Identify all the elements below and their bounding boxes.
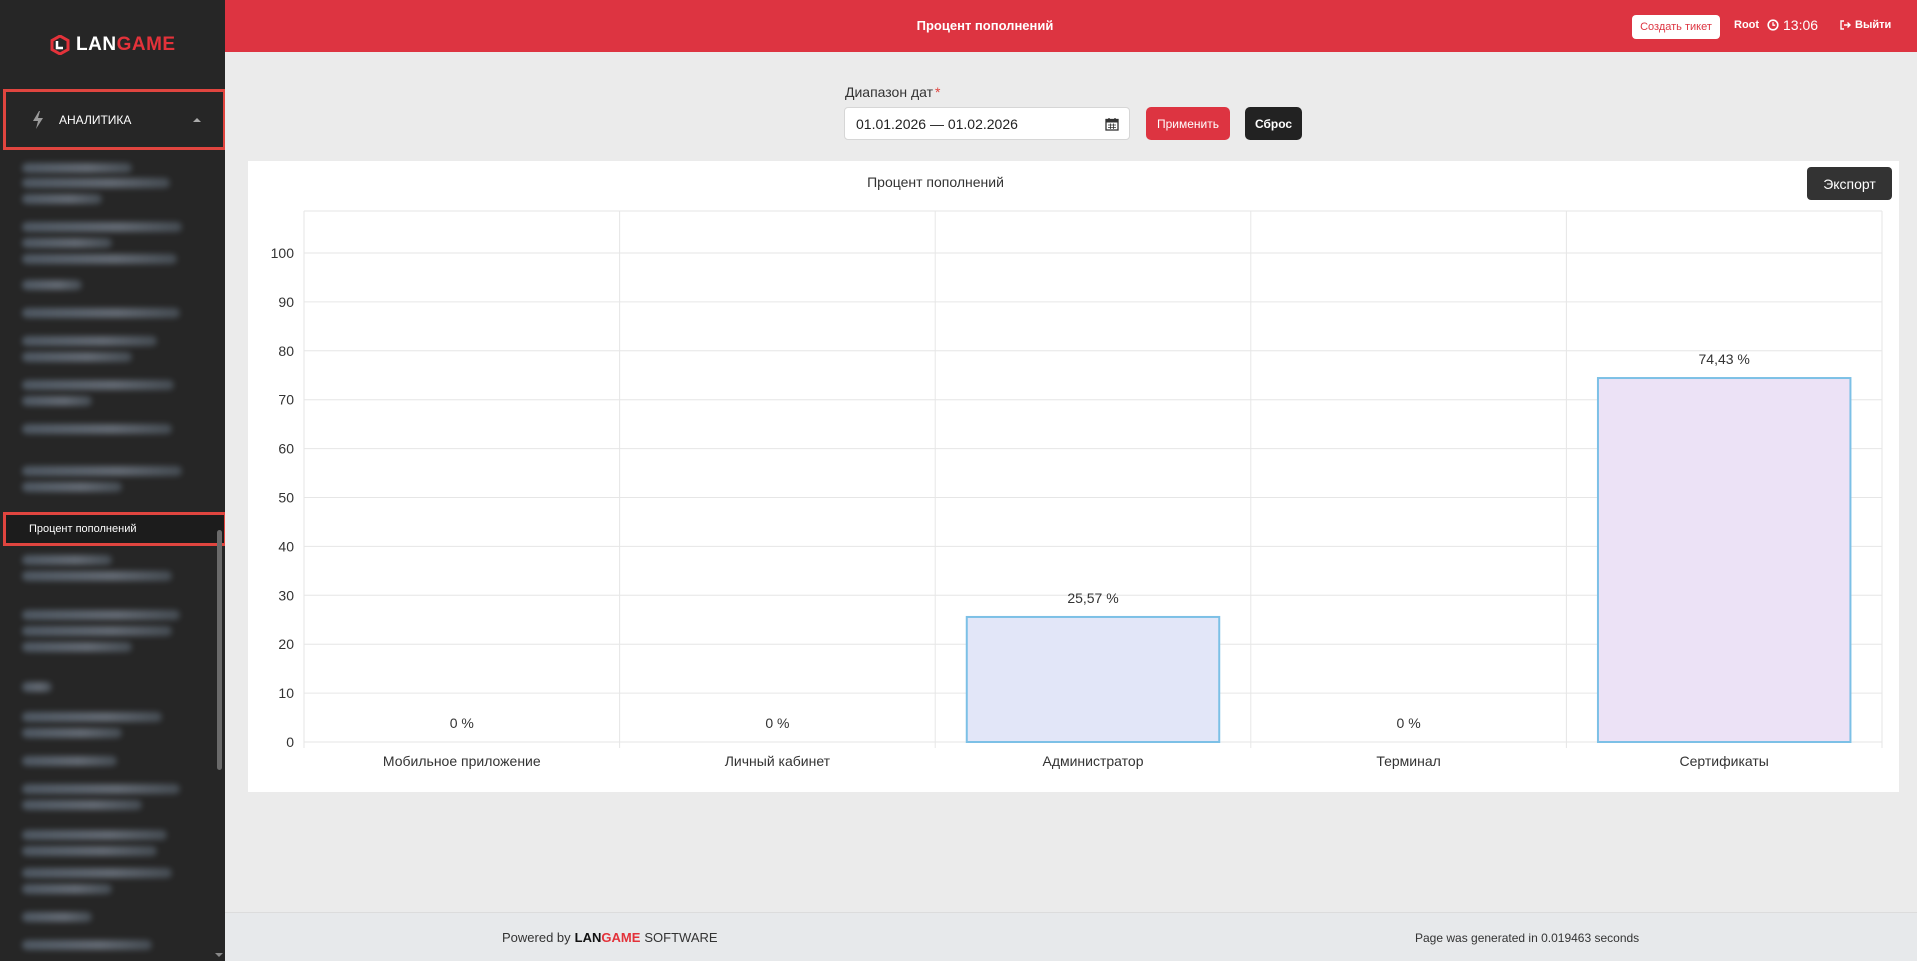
- y-tick-label: 30: [278, 587, 294, 603]
- sidebar-item-blurred[interactable]: [22, 712, 162, 722]
- sidebar-item-topup-percent[interactable]: Процент пополнений: [3, 512, 225, 546]
- sidebar-item-blurred[interactable]: [22, 756, 117, 766]
- date-range-value: 01.01.2026 — 01.02.2026: [856, 115, 1018, 132]
- langame-logo-icon: [50, 35, 70, 55]
- sidebar-item-blurred[interactable]: [22, 555, 112, 565]
- user-name[interactable]: Root: [1734, 19, 1759, 31]
- apply-button[interactable]: Применить: [1146, 107, 1230, 140]
- sidebar-item-blurred[interactable]: [22, 830, 167, 840]
- sidebar: LANGAME АНАЛИТИКА Процент пополнений: [0, 0, 225, 961]
- sidebar-item-blurred[interactable]: [22, 238, 112, 248]
- bar: [965, 615, 1221, 744]
- y-tick-label: 20: [278, 636, 294, 652]
- caret-up-icon: [193, 118, 201, 122]
- clock: 13:06: [1767, 17, 1818, 33]
- sidebar-item-blurred[interactable]: [22, 482, 122, 492]
- y-tick-label: 80: [278, 343, 294, 359]
- sign-out-icon: [1840, 20, 1851, 30]
- footer-brand[interactable]: LANGAME: [575, 930, 641, 945]
- date-range-label: Диапазон дат *: [845, 84, 940, 100]
- footer: Powered by LANGAME SOFTWARE Page was gen…: [225, 912, 1917, 961]
- x-tick-label: Администратор: [1042, 753, 1143, 769]
- clock-time: 13:06: [1783, 17, 1819, 33]
- sidebar-item-blurred[interactable]: [22, 222, 182, 232]
- logo-text: LANGAME: [76, 34, 176, 56]
- sidebar-item-blurred[interactable]: [22, 336, 157, 346]
- top-header: Процент пополнений Создать тикет Root 13…: [225, 0, 1917, 52]
- required-mark: *: [935, 84, 941, 100]
- y-tick-label: 10: [278, 685, 294, 701]
- sidebar-item-blurred[interactable]: [22, 784, 180, 794]
- sidebar-item-blurred[interactable]: [22, 163, 132, 173]
- sidebar-item-blurred[interactable]: [22, 610, 180, 620]
- sidebar-item-blurred[interactable]: [22, 800, 142, 810]
- sidebar-item-blurred[interactable]: [22, 626, 172, 636]
- data-label: 0 %: [765, 715, 789, 731]
- sidebar-item-blurred[interactable]: [22, 571, 172, 581]
- app-logo[interactable]: LANGAME: [50, 34, 176, 56]
- x-tick-label: Сертификаты: [1680, 753, 1769, 769]
- sidebar-item-blurred[interactable]: [22, 868, 172, 878]
- sidebar-item-blurred[interactable]: [22, 940, 152, 950]
- powered-by-text: Powered by: [502, 930, 571, 945]
- sidebar-item-blurred[interactable]: [22, 280, 82, 290]
- data-label: 25,57 %: [1067, 590, 1118, 606]
- footer-brand-game: GAME: [601, 930, 641, 945]
- sidebar-item-blurred[interactable]: [22, 396, 92, 406]
- logo-text-lan: LAN: [76, 34, 117, 55]
- page-generation-time: Page was generated in 0.019463 seconds: [1415, 931, 1640, 945]
- x-tick-label: Мобильное приложение: [383, 753, 541, 769]
- sidebar-item-blurred[interactable]: [22, 380, 174, 390]
- sidebar-item-blurred[interactable]: [22, 254, 177, 264]
- scroll-down-arrow-icon[interactable]: [215, 953, 223, 957]
- bar-chart: 0 10 20 30 40 50 60 70 80 90 100 0 % Мобильное прило…: [271, 210, 1883, 769]
- y-tick-label: 60: [278, 441, 294, 457]
- data-label: 0 %: [450, 715, 474, 731]
- logo-text-game: GAME: [116, 34, 176, 55]
- y-tick-label: 0: [286, 734, 294, 750]
- y-tick-label: 100: [271, 245, 295, 261]
- date-range-label-text: Диапазон дат: [845, 84, 934, 100]
- sidebar-item-blurred[interactable]: [22, 178, 170, 188]
- page-title: Процент пополнений: [916, 18, 1054, 33]
- sidebar-item-blurred[interactable]: [22, 642, 132, 652]
- sidebar-section-analytics[interactable]: АНАЛИТИКА: [3, 89, 225, 150]
- sidebar-item-label: Процент пополнений: [29, 523, 137, 535]
- logout-link[interactable]: Выйти: [1840, 19, 1891, 31]
- x-tick-label: Терминал: [1376, 753, 1440, 769]
- sidebar-item-blurred[interactable]: [22, 194, 102, 204]
- create-ticket-button[interactable]: Создать тикет: [1632, 15, 1720, 39]
- footer-software-text: SOFTWARE: [644, 930, 718, 945]
- reset-button[interactable]: Сброс: [1245, 107, 1302, 140]
- logout-label: Выйти: [1855, 19, 1892, 31]
- powered-by: Powered by LANGAME SOFTWARE: [502, 930, 718, 945]
- y-tick-label: 70: [278, 392, 294, 408]
- chart-panel: Процент пополнений Экспорт 0 10 20 30 40 50 60…: [248, 161, 1899, 792]
- data-label: 74,43 %: [1699, 351, 1750, 367]
- bolt-icon: [33, 110, 43, 129]
- sidebar-item-blurred[interactable]: [22, 466, 182, 476]
- sidebar-item-blurred[interactable]: [22, 682, 52, 692]
- x-tick-label: Личный кабинет: [725, 753, 831, 769]
- calendar-icon[interactable]: [1105, 117, 1119, 131]
- y-tick-label: 40: [278, 538, 294, 554]
- y-tick-label: 90: [278, 294, 294, 310]
- sidebar-item-blurred[interactable]: [22, 308, 180, 318]
- sidebar-item-blurred[interactable]: [22, 884, 112, 894]
- date-range-input[interactable]: 01.01.2026 — 01.02.2026: [844, 107, 1130, 140]
- y-tick-label: 50: [278, 490, 294, 506]
- sidebar-scrollbar[interactable]: [217, 530, 222, 770]
- footer-brand-lan: LAN: [574, 930, 602, 945]
- sidebar-item-blurred[interactable]: [22, 912, 92, 922]
- sidebar-item-blurred[interactable]: [22, 846, 157, 856]
- data-label: 0 %: [1397, 715, 1421, 731]
- bar: [1596, 377, 1852, 743]
- sidebar-item-blurred[interactable]: [22, 424, 172, 434]
- clock-icon: [1767, 19, 1779, 31]
- sidebar-item-blurred[interactable]: [22, 352, 132, 362]
- sidebar-section-label: АНАЛИТИКА: [59, 112, 132, 127]
- sidebar-item-blurred[interactable]: [22, 728, 122, 738]
